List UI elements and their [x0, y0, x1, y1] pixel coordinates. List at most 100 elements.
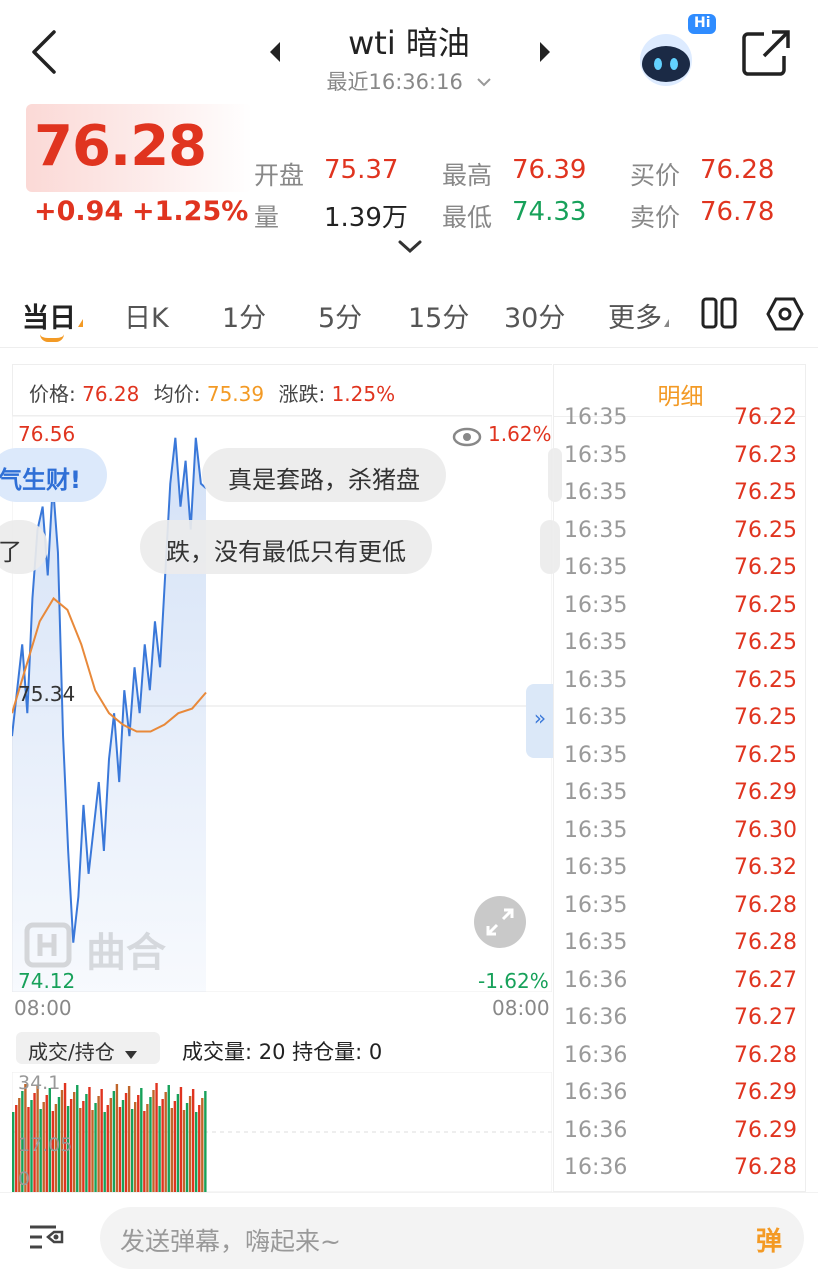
tab-intraday[interactable]: 当日	[22, 296, 83, 335]
fullscreen-icon[interactable]	[474, 896, 526, 948]
volume-bar	[91, 1110, 94, 1192]
chat-badge: Hi	[694, 15, 711, 31]
tab-1min[interactable]: 1分	[222, 296, 266, 335]
tab-15min[interactable]: 15分	[408, 296, 469, 335]
tick-row: 16:36 76.29	[554, 1117, 805, 1155]
volume-bar	[188, 1096, 192, 1192]
volume-bar	[140, 1088, 143, 1192]
tab-label: 当日	[22, 303, 76, 334]
tab-daily-k[interactable]: 日K	[124, 296, 169, 335]
volume-bar	[143, 1111, 146, 1192]
period-tabs: 当日 日K 1分 5分 15分 30分 更多	[0, 282, 818, 348]
vol-y-mid: 17.05	[18, 1134, 73, 1156]
volume-bar	[82, 1101, 85, 1192]
danmu-bar: 发送弹幕，嗨起来~ 弹	[0, 1192, 818, 1279]
update-time[interactable]: 最近16:36:16	[300, 66, 518, 96]
volume-bar	[152, 1090, 155, 1192]
volume-bar	[158, 1106, 161, 1192]
volume-bar	[100, 1089, 103, 1192]
page-title: wti 暗油	[348, 24, 470, 62]
tick-price: 76.29	[734, 1080, 797, 1105]
tick-time: 16:36	[564, 1117, 628, 1143]
volume-bar	[182, 1110, 186, 1192]
tick-time: 16:35	[564, 592, 628, 618]
vol-y-max: 34.1	[18, 1072, 61, 1094]
tick-row: 16:35 76.25	[554, 667, 805, 705]
volume-bar	[103, 1112, 106, 1192]
volume-bar	[191, 1089, 195, 1192]
tick-time: 16:35	[564, 630, 628, 655]
tick-price: 76.28	[734, 930, 797, 955]
volume-bar	[76, 1085, 79, 1192]
bid-value: 76.28	[700, 155, 775, 185]
tab-30min[interactable]: 30分	[504, 296, 565, 335]
volume-bar	[94, 1103, 97, 1192]
dropdown-triangle-icon	[125, 1051, 138, 1059]
chevron-down-icon	[476, 78, 491, 87]
volume-bar	[201, 1098, 204, 1192]
avg-label: 均价:	[153, 382, 201, 406]
volume-bar	[149, 1097, 152, 1192]
tick-row: 16:35 76.25	[554, 630, 805, 667]
tab-label: 更多	[608, 303, 662, 334]
open-value: 75.37	[324, 155, 399, 185]
tick-price: 76.25	[734, 592, 797, 618]
prev-instrument-icon[interactable]	[266, 40, 284, 64]
tick-price: 76.30	[734, 817, 797, 843]
ask-value: 76.78	[700, 197, 775, 227]
y-max-label: 76.56	[18, 422, 76, 446]
y-min-label: 74.12	[18, 969, 76, 993]
danmu-bubble[interactable]: 气生财!	[0, 448, 107, 502]
tick-row: 16:35 76.30	[554, 817, 805, 855]
back-icon[interactable]	[22, 26, 66, 78]
intraday-chart[interactable]	[12, 416, 552, 992]
volume-value: 1.39万	[324, 203, 408, 233]
share-icon[interactable]	[740, 28, 794, 78]
danmu-settings-icon[interactable]	[26, 1219, 66, 1255]
danmu-input[interactable]: 发送弹幕，嗨起来~	[100, 1207, 804, 1269]
tick-price: 76.25	[734, 705, 797, 730]
collapse-panel-icon[interactable]: »	[526, 684, 554, 758]
volume-bar	[137, 1095, 140, 1192]
tick-time: 16:35	[564, 780, 628, 805]
tick-time: 16:35	[564, 667, 628, 693]
volume-bar	[127, 1086, 131, 1192]
tick-row: 16:35 76.22	[554, 405, 805, 442]
tick-price: 76.25	[734, 667, 797, 693]
tick-price: 76.25	[734, 517, 797, 543]
header: wti 暗油 最近16:36:16 Hi	[0, 0, 818, 104]
tick-time: 16:36	[564, 1005, 628, 1030]
tick-price: 76.28	[734, 1155, 797, 1180]
tick-row: 16:35 76.25	[554, 555, 805, 592]
send-danmu-button[interactable]: 弹	[740, 1213, 798, 1263]
volume-chart[interactable]	[12, 1072, 552, 1192]
volume-bar	[106, 1105, 109, 1192]
assistant-robot-icon[interactable]: Hi	[636, 8, 722, 92]
layout-toggle-icon[interactable]	[700, 296, 738, 334]
expand-chevron-icon[interactable]	[396, 238, 424, 256]
tick-row: 16:36 76.29	[554, 1080, 805, 1117]
volume-bar	[130, 1109, 134, 1192]
danmu-bubble[interactable]: 真是套路，杀猪盘	[202, 448, 446, 502]
volume-bar	[115, 1084, 119, 1192]
volume-bar	[73, 1092, 76, 1192]
tick-time: 16:35	[564, 855, 628, 880]
danmu-bubble[interactable]: 跌，没有最低只有更低	[140, 520, 432, 574]
volume-selector[interactable]: 成交/持仓	[16, 1032, 160, 1064]
volume-bar	[97, 1096, 100, 1192]
eye-icon[interactable]	[452, 426, 482, 452]
volume-bar	[121, 1100, 125, 1192]
tick-row: 16:36 76.27	[554, 968, 805, 1005]
settings-hexagon-icon[interactable]	[766, 296, 804, 336]
next-instrument-icon[interactable]	[536, 40, 554, 64]
volume-bar	[79, 1108, 82, 1192]
tick-row: 16:35 76.28	[554, 930, 805, 967]
price-change: +0.94	[34, 196, 124, 227]
high-label: 最高	[442, 161, 493, 190]
tick-row: 16:35 76.28	[554, 893, 805, 930]
volume-bar	[146, 1104, 149, 1192]
tab-5min[interactable]: 5分	[318, 296, 362, 335]
volume-label: 量	[254, 203, 280, 232]
tick-time: 16:35	[564, 555, 628, 580]
tab-more[interactable]: 更多	[608, 296, 669, 335]
